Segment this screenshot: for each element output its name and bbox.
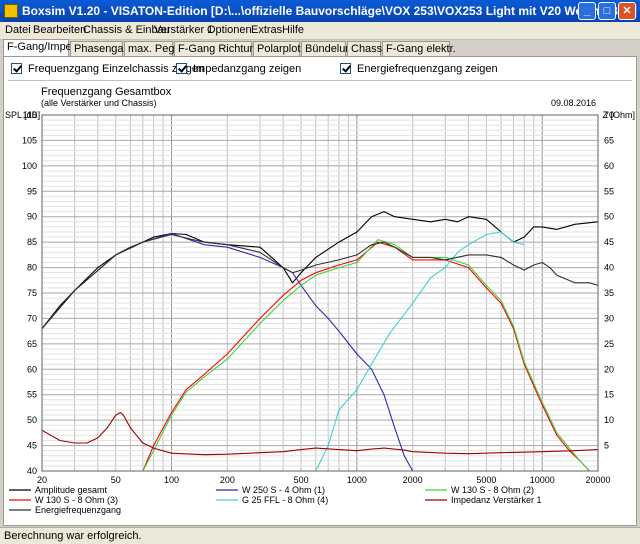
tab-polarplots[interactable]: Polarplots: [253, 41, 306, 56]
y2-tick-label: 10: [604, 415, 614, 425]
chart-legend: Amplitude gesamt W 250 S - 4 Ohm (1) W 130…: [9, 485, 542, 515]
y-tick-label: 60: [27, 364, 37, 374]
title-bar: Boxsim V1.20 - VISATON-Edition [D:\...\o…: [0, 0, 640, 22]
y2-tick-label: 70: [604, 110, 614, 120]
x-tick-label: 1000: [347, 475, 367, 485]
y-tick-label: 90: [27, 212, 37, 222]
checkbox-box[interactable]: [340, 63, 351, 74]
tab-max-pegel[interactable]: max. Pegel: [124, 41, 183, 56]
y-tick-label: 50: [27, 415, 37, 425]
legend-label: W 130 S - 8 Ohm (3): [35, 495, 118, 505]
chart-title: Frequenzgang Gesamtbox: [41, 86, 172, 98]
y-tick-label: 40: [27, 466, 37, 476]
y2-tick-label: 5: [604, 441, 609, 451]
y2-tick-label: 50: [604, 212, 614, 222]
y-tick-label: 110: [23, 110, 37, 120]
y-tick-label: 55: [27, 390, 37, 400]
x-tick-label: 5000: [476, 475, 496, 485]
y2-tick-label: 65: [604, 135, 614, 145]
tab-phasengang[interactable]: Phasengang: [70, 41, 136, 56]
series-line: [41, 233, 599, 329]
status-text: Berechnung war erfolgreich.: [4, 530, 142, 542]
y-tick-label: 95: [27, 186, 37, 196]
menu-verstaerker[interactable]: Verstärker 1: [154, 24, 213, 36]
checkbox-box[interactable]: [11, 63, 22, 74]
y-tick-label: 105: [22, 135, 37, 145]
tab-buendelung[interactable]: Bündelung: [301, 41, 358, 56]
y-tick-label: 80: [27, 263, 37, 273]
y2-tick-label: 55: [604, 186, 614, 196]
menu-optionen[interactable]: Optionen: [207, 24, 252, 36]
menu-hilfe[interactable]: Hilfe: [282, 24, 304, 36]
y2-tick-label: 25: [604, 339, 614, 349]
chart-subtitle: (alle Verstärker und Chassis): [41, 98, 157, 108]
tab-fgang-imped[interactable]: F-Gang/Imped.: [3, 39, 81, 57]
y2-ticks: 5 10 15 20 25 30 35 40 45 50 55 60 65 70: [604, 110, 614, 451]
series-line: [142, 239, 590, 472]
y-ticks: 40 45 50 55 60 65 70 75 80 85 90 95 100 105 110: [22, 110, 37, 476]
app-icon: [4, 4, 18, 18]
menu-bar: Datei Bearbeiten Chassis & Einbau Verstä…: [0, 22, 640, 40]
x-tick-label: 20000: [585, 475, 610, 485]
x-tick-label: 20: [37, 475, 47, 485]
legend-label: G 25 FFL - 8 Ohm (4): [242, 495, 328, 505]
tab-fgang-elektr[interactable]: F-Gang elektr.: [382, 41, 456, 56]
checkbox-box[interactable]: [176, 63, 187, 74]
legend-label: W 250 S - 4 Ohm (1): [242, 485, 325, 495]
x-tick-label: 2000: [403, 475, 423, 485]
close-button[interactable]: ✕: [618, 2, 636, 20]
checkbox-energiefrequenzgang[interactable]: Energiefrequenzgang zeigen: [340, 63, 498, 75]
x-tick-label: 200: [220, 475, 235, 485]
y2-tick-label: 15: [604, 390, 614, 400]
checkbox-label: Energiefrequenzgang zeigen: [357, 63, 498, 75]
series-line: [41, 211, 599, 329]
tab-strip: F-Gang/Imped. Phasengang max. Pegel F-Ga…: [0, 39, 640, 57]
y-tick-label: 85: [27, 237, 37, 247]
y-tick-label: 75: [27, 288, 37, 298]
x-tick-label: 10000: [530, 475, 555, 485]
tab-fgang-richtungen[interactable]: F-Gang Richtungen: [174, 41, 274, 56]
x-tick-label: 50: [111, 475, 121, 485]
legend-label: Amplitude gesamt: [35, 485, 108, 495]
checkbox-label: Impedanzgang zeigen: [193, 63, 302, 75]
x-tick-label: 500: [294, 475, 309, 485]
x-tick-label: 100: [164, 475, 179, 485]
menu-bearbeiten[interactable]: Bearbeiten: [33, 24, 86, 36]
chart-panel: Frequenzgang Einzelchassis zeigen Impeda…: [3, 56, 637, 526]
frequency-response-chart: Frequenzgang Gesamtbox (alle Verstärker …: [5, 86, 635, 515]
series-line: [41, 411, 599, 456]
menu-datei[interactable]: Datei: [5, 24, 31, 36]
y2-tick-label: 30: [604, 313, 614, 323]
minimize-button[interactable]: _: [578, 2, 596, 20]
y2-tick-label: 20: [604, 364, 614, 374]
legend-label: Energiefrequenzgang: [35, 505, 121, 515]
legend-label: Impedanz Verstärker 1: [451, 495, 542, 505]
status-bar: Berechnung war erfolgreich.: [0, 527, 640, 544]
x-ticks: 20 50 100 200 500 1000 2000 5000 10000 20000: [37, 475, 611, 485]
y-tick-label: 65: [27, 339, 37, 349]
maximize-button[interactable]: □: [598, 2, 616, 20]
y-tick-label: 45: [27, 441, 37, 451]
y-tick-label: 70: [27, 313, 37, 323]
legend-label: W 130 S - 8 Ohm (2): [451, 485, 534, 495]
y2-tick-label: 60: [604, 161, 614, 171]
y-tick-label: 100: [22, 161, 37, 171]
tab-chassis[interactable]: Chassis: [347, 41, 390, 56]
menu-extras[interactable]: Extras: [251, 24, 282, 36]
y2-tick-label: 35: [604, 288, 614, 298]
checkbox-impedanzgang[interactable]: Impedanzgang zeigen: [176, 63, 301, 75]
y2-tick-label: 45: [604, 237, 614, 247]
chart-date: 09.08.2016: [551, 98, 596, 108]
chart-series: [41, 211, 599, 472]
window-title: Boxsim V1.20 - VISATON-Edition [D:\...\o…: [22, 4, 637, 18]
y2-tick-label: 40: [604, 263, 614, 273]
